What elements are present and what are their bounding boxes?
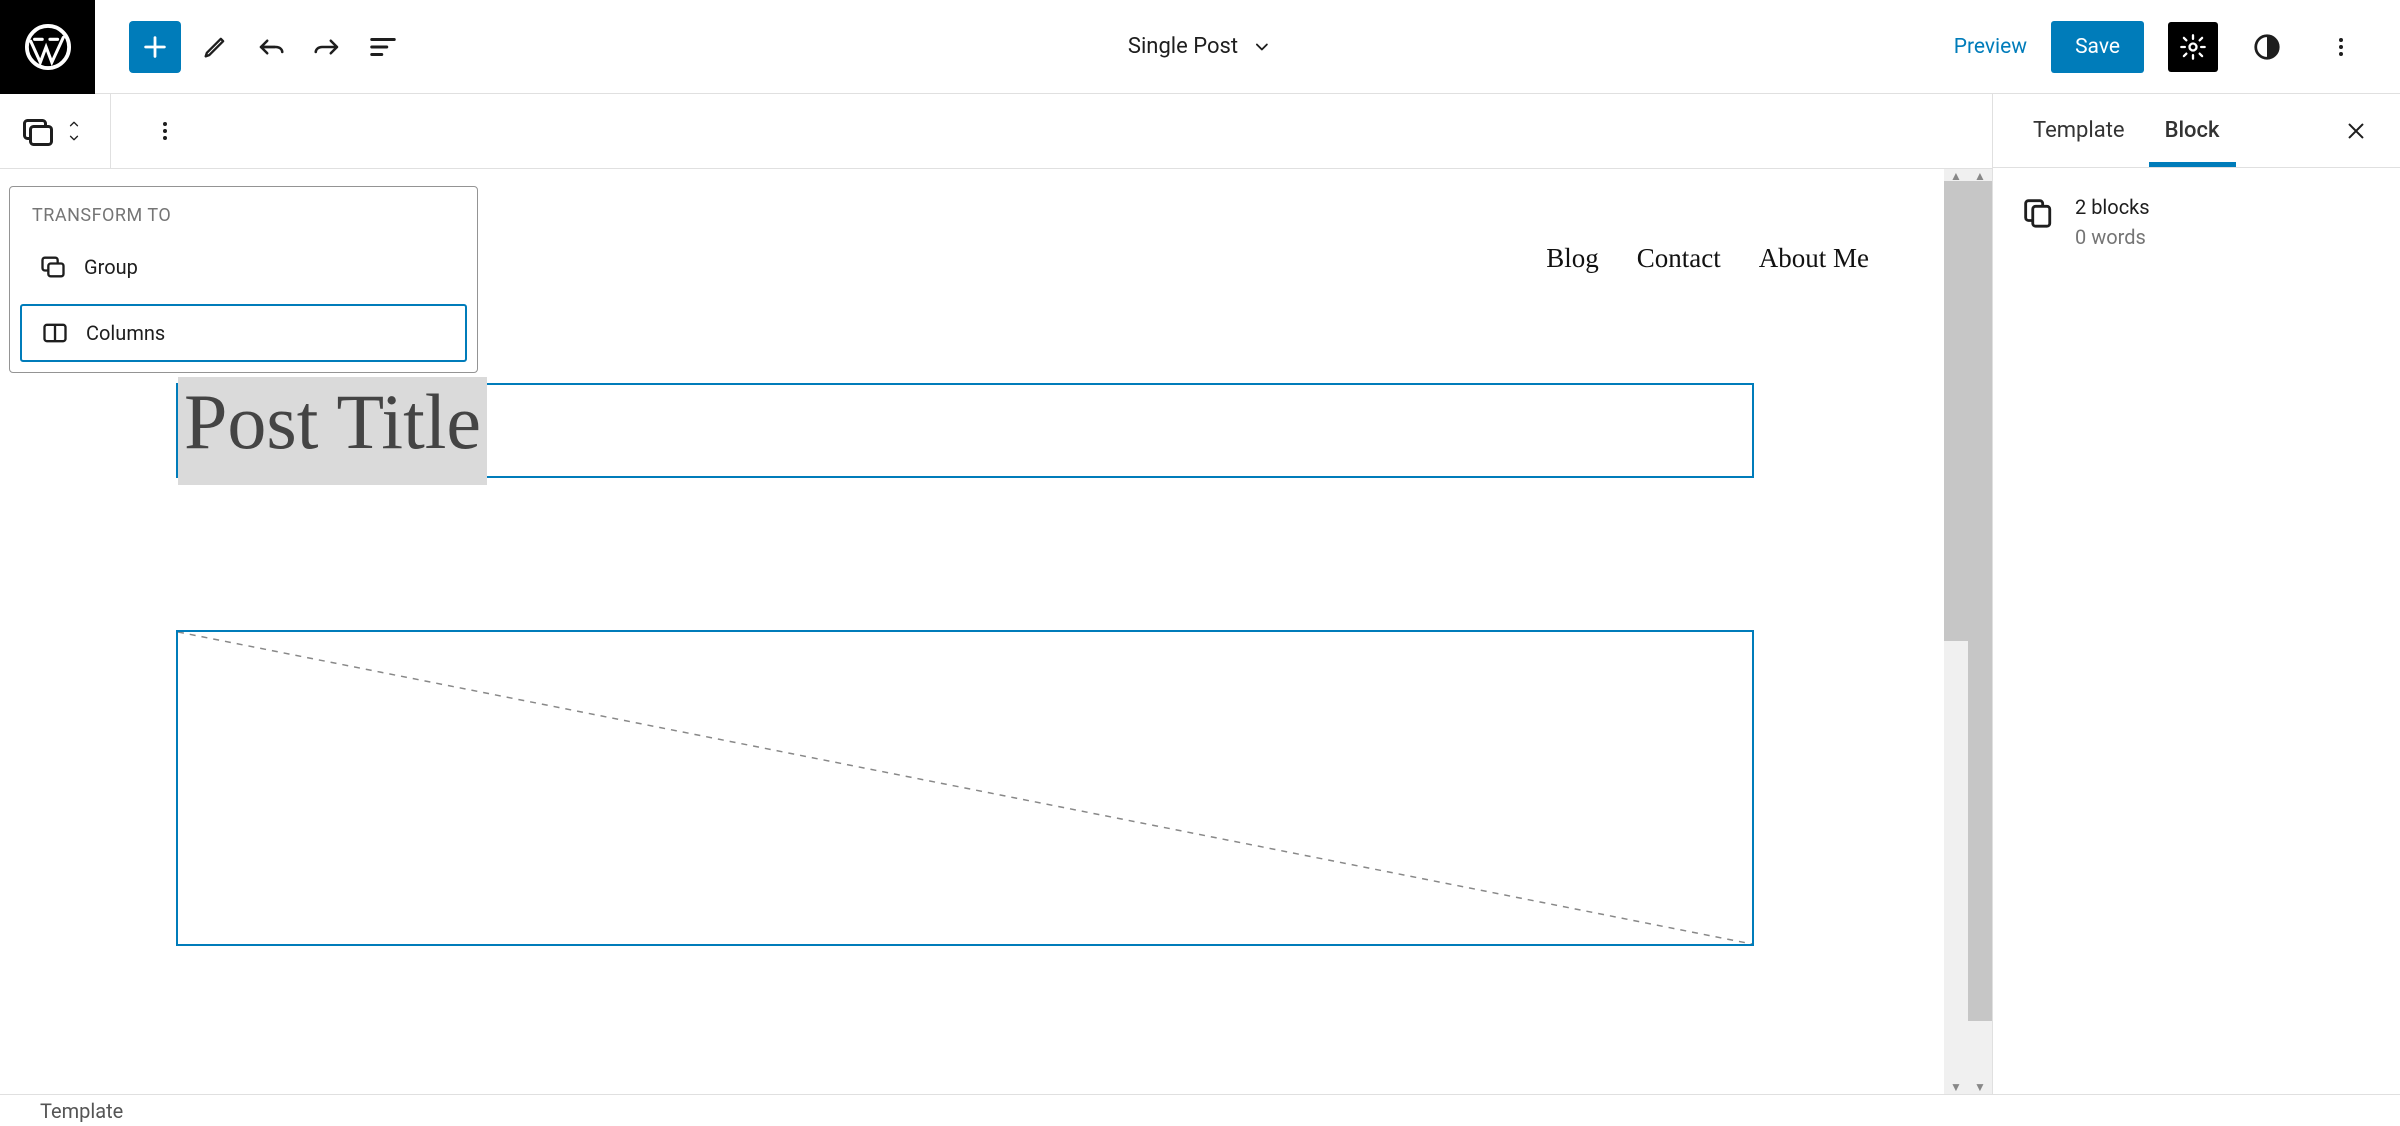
undo-icon (256, 32, 286, 62)
summary-blocks: 2 blocks (2075, 192, 2150, 222)
sidebar-tabs: Template Block (1993, 94, 2400, 168)
nav-link-about[interactable]: About Me (1759, 243, 1869, 274)
chevron-down-icon (64, 131, 84, 145)
columns-icon (40, 318, 70, 348)
kebab-icon (153, 119, 177, 143)
settings-sidebar: Template Block 2 blocks 0 words (1992, 94, 2400, 1094)
outer-scrollbar[interactable]: ▲ ▼ (1968, 169, 1992, 1094)
list-view-button[interactable] (355, 19, 411, 75)
contrast-icon (2252, 32, 2282, 62)
post-title-placeholder: Post Title (178, 377, 487, 485)
summary-text: 2 blocks 0 words (2075, 192, 2150, 252)
toolbar-divider (110, 94, 111, 169)
block-type-switcher[interactable] (20, 113, 56, 149)
more-menu-button[interactable] (2316, 22, 2366, 72)
inner-scrollbar[interactable]: ▲ ▼ (1944, 169, 1968, 1094)
chevron-up-icon (64, 117, 84, 131)
transform-option-label: Columns (86, 321, 165, 345)
copy-icon (2017, 192, 2057, 232)
redo-button[interactable] (299, 19, 355, 75)
breadcrumb[interactable]: Template (40, 1099, 123, 1123)
summary-words: 0 words (2075, 222, 2150, 252)
redo-icon (312, 32, 342, 62)
undo-button[interactable] (243, 19, 299, 75)
nav-link-blog[interactable]: Blog (1546, 243, 1599, 274)
add-block-button[interactable] (129, 21, 181, 73)
close-sidebar-button[interactable] (2336, 111, 2376, 151)
transform-option-group[interactable]: Group (20, 240, 467, 294)
transform-option-label: Group (84, 255, 138, 279)
edit-tool-button[interactable] (187, 19, 243, 75)
block-mover[interactable] (64, 117, 84, 145)
placeholder-diagonal (178, 632, 1752, 944)
wordpress-icon (25, 24, 71, 70)
transform-popover: TRANSFORM TO Group Columns (9, 186, 478, 373)
transform-popover-header: TRANSFORM TO (10, 187, 477, 240)
styles-button[interactable] (2242, 22, 2292, 72)
close-icon (2345, 120, 2367, 142)
block-options-button[interactable] (137, 103, 193, 159)
post-title-block[interactable]: Post Title (176, 383, 1754, 478)
group-block-icon (20, 113, 56, 149)
site-nav: Blog Contact About Me (1546, 243, 1869, 274)
selection-summary: 2 blocks 0 words (2017, 192, 2376, 252)
chevron-down-icon (1252, 37, 1272, 57)
scrollbar-thumb[interactable] (1968, 181, 1992, 1021)
block-toolbar (0, 94, 1992, 169)
kebab-icon (2329, 35, 2353, 59)
group-icon (38, 252, 68, 282)
wordpress-logo-button[interactable] (0, 0, 95, 94)
breadcrumb-bar: Template (0, 1094, 2400, 1126)
plus-icon (141, 33, 169, 61)
preview-button[interactable]: Preview (1954, 35, 2027, 59)
toolbar-left-group (95, 19, 411, 75)
save-button[interactable]: Save (2051, 21, 2144, 73)
tab-block[interactable]: Block (2149, 94, 2236, 167)
sidebar-body: 2 blocks 0 words (1993, 168, 2400, 276)
list-view-icon (368, 32, 398, 62)
scrollbar-thumb[interactable] (1944, 181, 1968, 641)
pencil-icon (201, 33, 229, 61)
nav-link-contact[interactable]: Contact (1637, 243, 1721, 274)
toolbar-right-group: Preview Save (1954, 21, 2400, 73)
gear-icon (2179, 33, 2207, 61)
transform-option-columns[interactable]: Columns (20, 304, 467, 362)
settings-button[interactable] (2168, 22, 2218, 72)
document-title: Single Post (1128, 34, 1238, 59)
tab-template[interactable]: Template (2017, 94, 2141, 167)
featured-image-block[interactable] (176, 630, 1754, 946)
document-title-dropdown[interactable]: Single Post (1128, 34, 1272, 59)
top-toolbar: Single Post Preview Save (0, 0, 2400, 94)
